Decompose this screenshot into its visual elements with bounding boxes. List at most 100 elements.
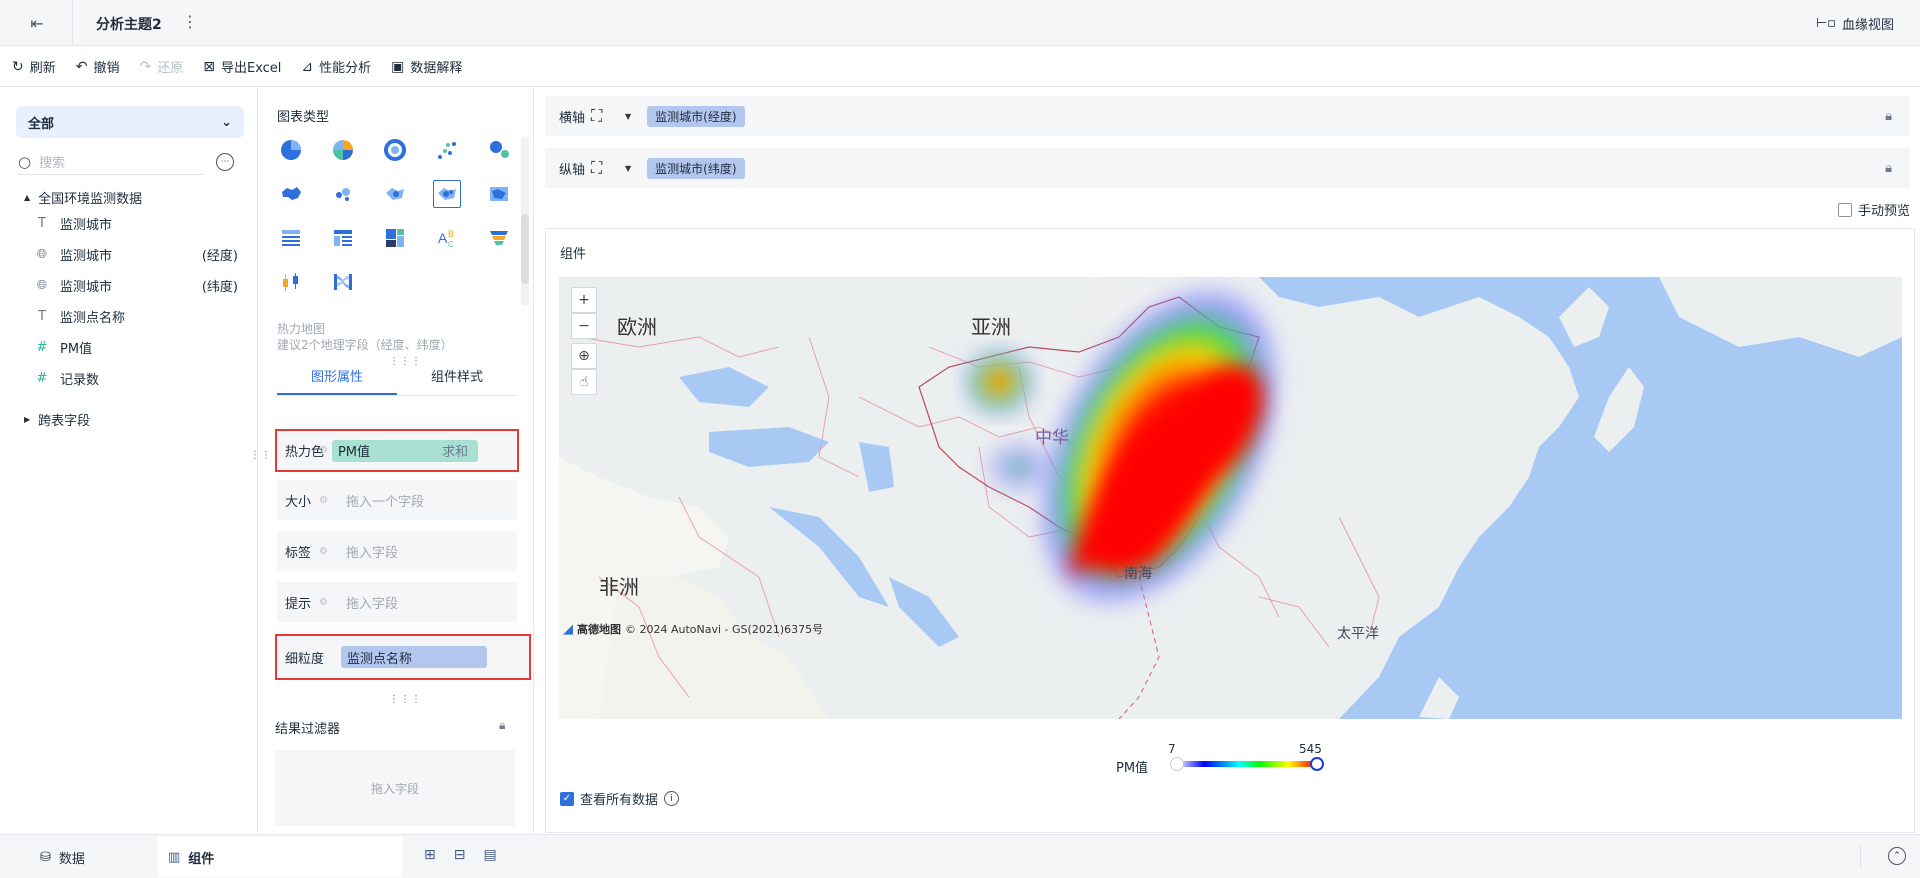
add-dashboard-icon[interactable]: ⊟ xyxy=(454,847,466,863)
heat-color-well[interactable]: 热力色 ⚙ PM值 求和 xyxy=(275,429,519,472)
lineage-label: 血缘视图 xyxy=(1841,18,1894,33)
compass-icon[interactable]: ⊕ xyxy=(571,343,597,369)
boxplot-chart-icon[interactable] xyxy=(277,268,305,296)
pill-agg: 求和 xyxy=(441,445,468,460)
tree-root[interactable]: ▲ 全国环境监测数据 xyxy=(24,188,142,207)
cross-table-icon[interactable] xyxy=(329,224,357,252)
top-bar: ⇤ 分析主题2 ⋮ ⊢▫ 血缘视图 xyxy=(0,0,1920,46)
lock-icon[interactable]: 🔒︎ xyxy=(1885,161,1892,176)
x-axis-icon[interactable]: ⛶ xyxy=(591,106,625,126)
tooltip-well[interactable]: 提示 ⚙ 拖入字段 xyxy=(277,582,517,622)
filter-placeholder: 拖入字段 xyxy=(370,781,419,796)
point-map-icon[interactable] xyxy=(329,180,357,208)
y-axis-row[interactable]: 纵轴 ⛶ ▼ 监测城市(纬度) 🔒︎ xyxy=(545,148,1910,188)
lock-icon[interactable]: 🔒︎ xyxy=(499,718,505,733)
field-item[interactable]: # 记录数 xyxy=(32,369,238,388)
zoom-out-button[interactable]: − xyxy=(571,313,597,339)
refresh-button[interactable]: ↻ 刷新 xyxy=(12,57,56,77)
y-axis-icon[interactable]: ⛶ xyxy=(591,158,625,178)
flow-map-icon[interactable] xyxy=(381,180,409,208)
field-name: PM值 xyxy=(60,342,93,357)
field-item[interactable]: # PM值 xyxy=(32,338,238,357)
tab-component[interactable]: ▥ 组件 xyxy=(158,837,402,877)
info-icon[interactable]: i xyxy=(664,791,680,806)
exit-icon[interactable]: ⇤ xyxy=(20,8,54,38)
caret-down-icon[interactable]: ▼ xyxy=(625,112,631,121)
attribution-copyright: © 2024 AutoNavi - GS(2021)6375号 xyxy=(625,623,824,636)
result-filter-label: 结果过滤器 xyxy=(275,722,341,737)
label-well[interactable]: 标签 ⚙ 拖入字段 xyxy=(277,531,517,571)
amap-logo-icon: ◢ xyxy=(563,621,573,637)
well-placeholder: 拖入一个字段 xyxy=(345,494,424,510)
undo-button[interactable]: ↶ 撤销 xyxy=(76,57,120,77)
svg-text:C: C xyxy=(448,240,454,249)
donut-chart-icon[interactable] xyxy=(381,136,409,164)
performance-analysis-button[interactable]: ⊿ 性能分析 xyxy=(301,57,371,77)
gear-icon[interactable]: ⚙ xyxy=(319,546,328,557)
granularity-field-pill[interactable]: 监测点名称 xyxy=(341,646,487,668)
scatter-chart-icon[interactable] xyxy=(433,136,461,164)
lock-icon[interactable]: 🔒︎ xyxy=(1885,109,1892,124)
treemap-icon[interactable] xyxy=(381,224,409,252)
svg-text:A: A xyxy=(438,230,448,246)
area-map-icon[interactable] xyxy=(485,180,513,208)
lineage-icon: ⊢▫ xyxy=(1815,16,1836,31)
pill-field: 监测点名称 xyxy=(347,651,413,667)
heat-field-pill[interactable]: PM值 求和 xyxy=(331,439,478,462)
canvas-area: 横轴 ⛶ ▼ 监测城市(经度) 🔒︎ 纵轴 ⛶ ▼ 监测城市(纬度) 🔒︎ 手动… xyxy=(535,88,1920,833)
add-component-icon[interactable]: ⊞ xyxy=(424,847,436,863)
view-all-data-checkbox[interactable]: ✓ 查看所有数据 i xyxy=(560,789,680,808)
more-options-icon[interactable]: ⋮ xyxy=(182,12,198,31)
more-circle-icon[interactable]: ··· xyxy=(216,153,234,171)
caret-down-icon[interactable]: ▼ xyxy=(625,164,631,173)
rose-chart-icon[interactable] xyxy=(329,136,357,164)
pan-hand-icon[interactable]: ☝ xyxy=(571,369,597,395)
x-axis-field-pill[interactable]: 监测城市(经度) xyxy=(647,105,745,127)
manual-preview-checkbox[interactable]: 手动预览 xyxy=(1837,200,1910,219)
heat-map[interactable]: 欧洲 亚洲 非洲 中华 南海 太平洋 + − ⊕ ☝ ◢ 高德地图 © 2024… xyxy=(559,277,1902,719)
caret-down-icon: ▲ xyxy=(24,193,31,202)
legend-max-handle[interactable] xyxy=(1310,757,1324,771)
bubble-chart-icon[interactable] xyxy=(485,136,513,164)
tab-graphic-properties[interactable]: 图形属性 xyxy=(277,362,397,395)
field-name: 监测城市 xyxy=(60,218,113,233)
heat-map-icon[interactable] xyxy=(433,180,461,208)
export-excel-button[interactable]: ⊠ 导出Excel xyxy=(203,57,281,77)
field-item[interactable]: T 监测点名称 xyxy=(32,307,238,326)
add-report-icon[interactable]: ▤ xyxy=(483,847,496,863)
lineage-view-button[interactable]: ⊢▫ 血缘视图 xyxy=(1816,14,1894,33)
word-cloud-icon[interactable]: ABC xyxy=(433,224,461,252)
chevron-up-icon[interactable]: ⌃ xyxy=(1888,847,1906,865)
gear-icon[interactable]: ⚙ xyxy=(319,445,328,456)
page-title[interactable]: 分析主题2 xyxy=(96,14,162,34)
redo-button[interactable]: ↷ 还原 xyxy=(140,57,184,77)
filter-drop-zone[interactable]: 拖入字段 xyxy=(275,750,515,826)
tab-data[interactable]: ⛁ 数据 xyxy=(40,835,85,878)
field-item[interactable]: 🌐︎ 监测城市 (经度) xyxy=(32,245,238,264)
pie-chart-icon[interactable] xyxy=(277,136,305,164)
scrollbar-thumb[interactable] xyxy=(521,214,529,284)
legend-min-handle[interactable] xyxy=(1170,757,1184,771)
field-item[interactable]: T 监测城市 xyxy=(32,214,238,233)
granularity-well[interactable]: 细粒度 监测点名称 xyxy=(275,634,531,680)
resize-handle[interactable]: ⋮⋮⋮ xyxy=(389,694,422,705)
search-placeholder: 搜索 xyxy=(39,156,66,171)
tree-cross-table[interactable]: ▶ 跨表字段 xyxy=(24,410,90,429)
toolbar: ↻ 刷新 ↶ 撤销 ↷ 还原 ⊠ 导出Excel ⊿ 性能分析 ▣ 数据解释 xyxy=(0,47,1920,87)
x-axis-row[interactable]: 横轴 ⛶ ▼ 监测城市(经度) 🔒︎ xyxy=(545,96,1910,136)
search-input[interactable]: ○ 搜索 xyxy=(18,149,204,175)
dataset-select[interactable]: 全部 ⌄ xyxy=(16,106,244,138)
y-axis-field-pill[interactable]: 监测城市(纬度) xyxy=(647,157,745,179)
gear-icon[interactable]: ⚙ xyxy=(319,597,328,608)
tab-component-style[interactable]: 组件样式 xyxy=(397,362,517,395)
funnel-chart-icon[interactable] xyxy=(485,224,513,252)
map-label-china: 中华 xyxy=(1035,428,1069,448)
size-well[interactable]: 大小 ⚙ 拖入一个字段 xyxy=(277,480,517,520)
detail-table-icon[interactable] xyxy=(277,224,305,252)
zoom-in-button[interactable]: + xyxy=(571,287,597,313)
region-map-icon[interactable] xyxy=(277,180,305,208)
gear-icon[interactable]: ⚙ xyxy=(319,495,328,506)
field-item[interactable]: 🌐︎ 监测城市 (纬度) xyxy=(32,276,238,295)
sankey-chart-icon[interactable] xyxy=(329,268,357,296)
data-explain-button[interactable]: ▣ 数据解释 xyxy=(391,57,462,77)
